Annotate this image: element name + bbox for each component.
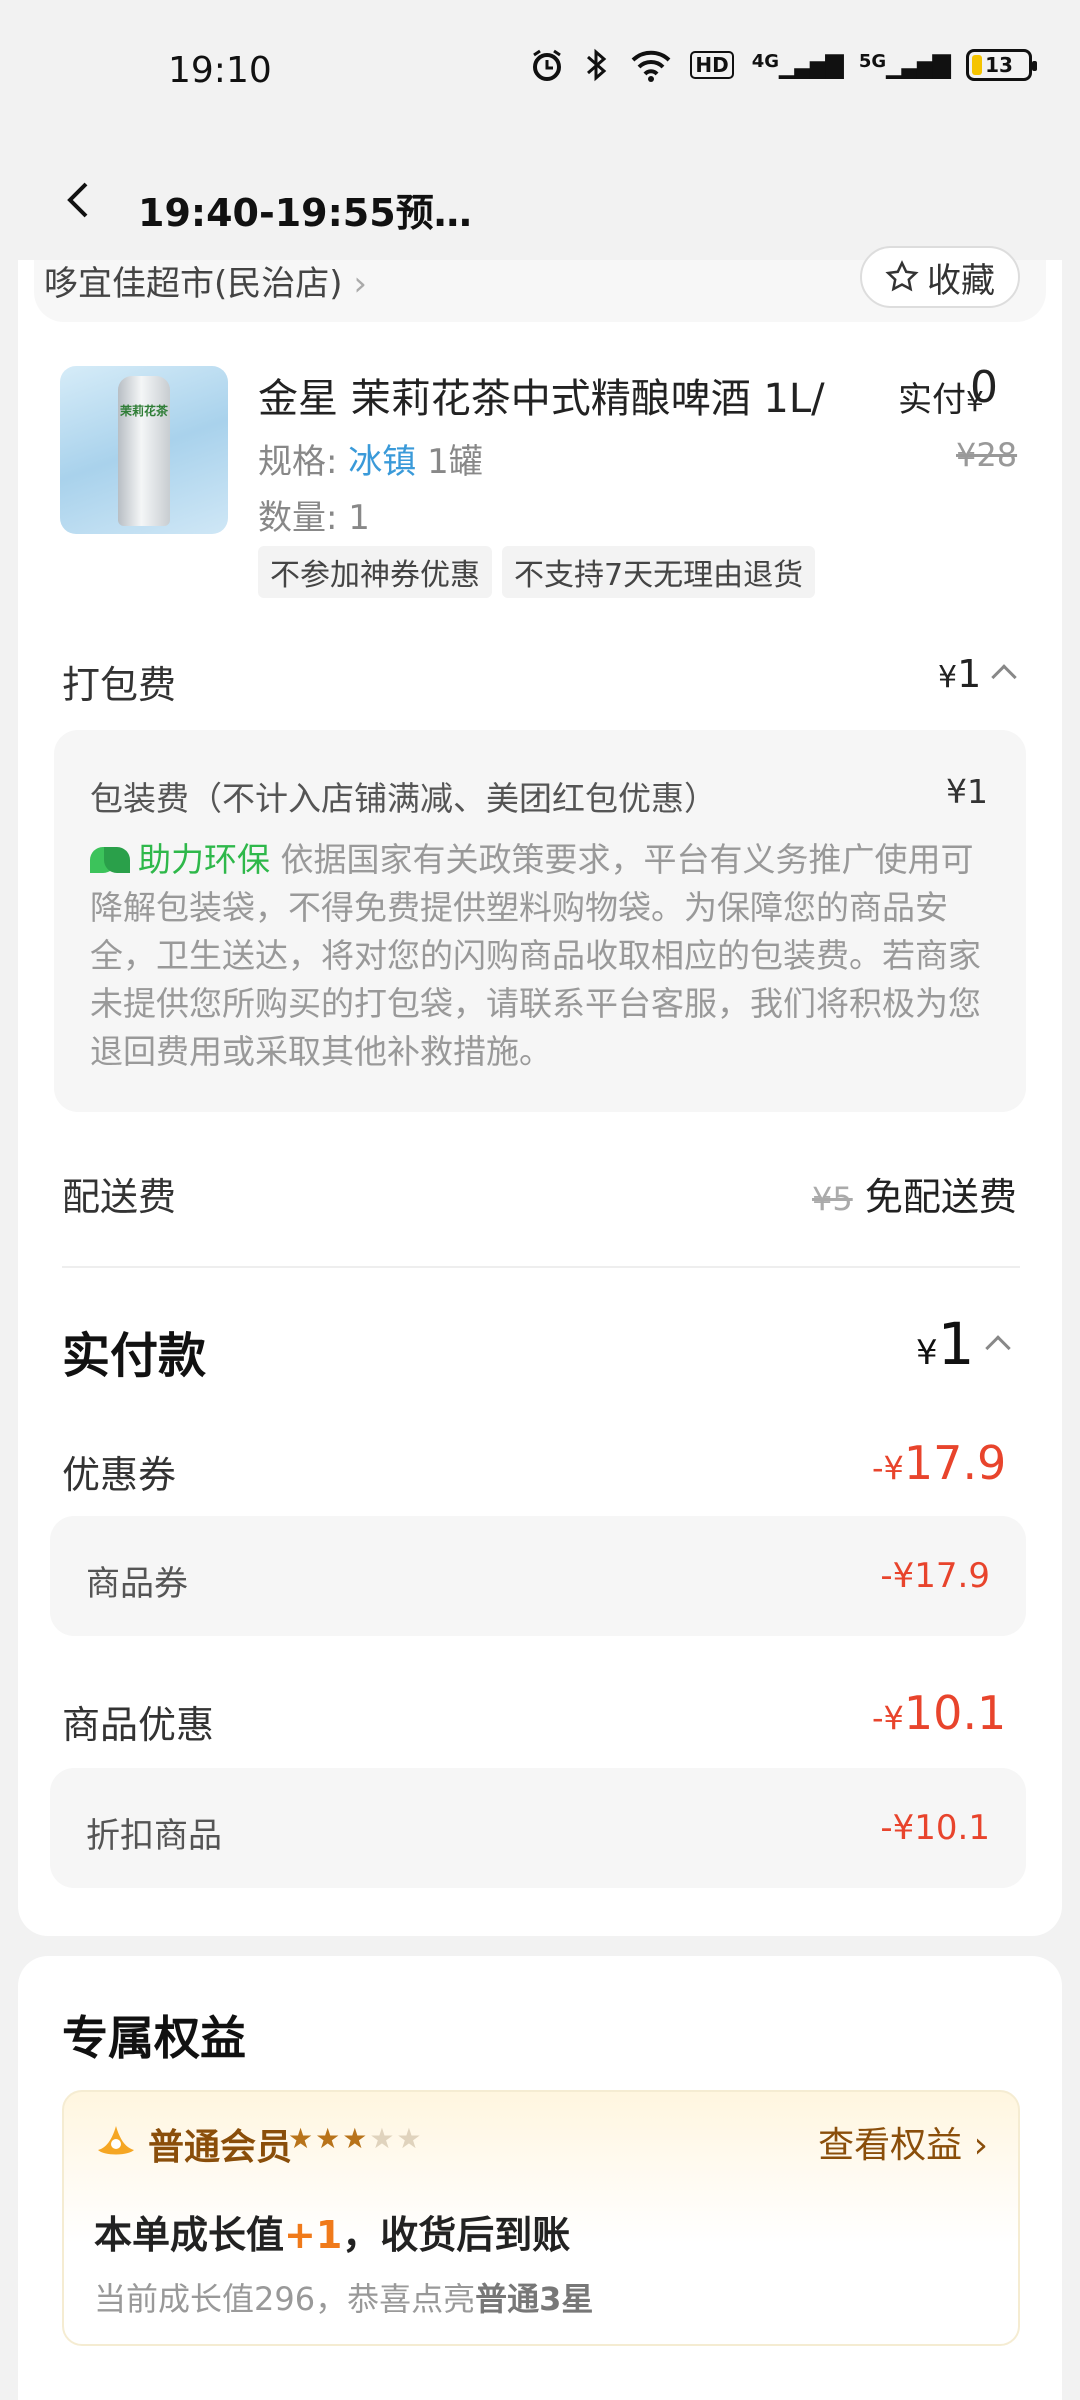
- member-box: 普通会员 ★★★★★ 查看权益 › 本单成长值+1，收货后到账 当前成长值296…: [62, 2090, 1020, 2346]
- discount-value: -¥10.1: [872, 1686, 1007, 1740]
- status-bar: 19:10 HD 4G▁▃▅▇ 5G▁▃▅▇ 13: [0, 0, 1080, 140]
- signal-4g-icon: 4G▁▃▅▇: [751, 51, 844, 79]
- packing-detail-box: 包装费（不计入店铺满减、美团红包优惠） ¥1 助力环保 依据国家有关政策要求，平…: [54, 730, 1026, 1112]
- discount-sub-value: -¥10.1: [880, 1808, 990, 1848]
- status-icons: HD 4G▁▃▅▇ 5G▁▃▅▇ 13: [530, 48, 1037, 82]
- growth-current: 当前成长值296，恭喜点亮普通3星: [94, 2280, 594, 2318]
- packing-detail-title: 包装费（不计入店铺满减、美团红包优惠）: [90, 779, 717, 818]
- coupon-sub-value: -¥17.9: [880, 1556, 990, 1596]
- coupon-value: -¥17.9: [872, 1436, 1007, 1490]
- chevron-right-icon: ›: [353, 264, 367, 304]
- member-stars: ★★★★★: [288, 2122, 424, 2155]
- favorite-label: 收藏: [927, 260, 995, 301]
- chevron-up-icon: [991, 663, 1018, 690]
- leaf-icon: [90, 845, 134, 875]
- status-time: 19:10: [168, 50, 272, 91]
- paid-value: 0: [970, 362, 998, 413]
- chevron-up-icon: [984, 1335, 1011, 1361]
- beer-can-graphic: [118, 376, 170, 526]
- hd-icon: HD: [690, 51, 734, 79]
- alarm-icon: [533, 49, 562, 81]
- delivery-fee-label: 配送费: [62, 1175, 177, 1219]
- product-quantity: 数量: 1: [258, 498, 370, 538]
- coupon-sub-label: 商品券: [86, 1564, 188, 1604]
- packing-fee-label: 打包费: [62, 663, 177, 707]
- tag-no-coupon: 不参加神券优惠: [258, 546, 492, 598]
- coupon-label: 优惠券: [62, 1453, 177, 1497]
- original-price: ¥28: [956, 436, 1018, 474]
- store-name: 哆宜佳超市(民治店): [44, 264, 343, 304]
- eco-label: 助力环保: [138, 840, 270, 879]
- delivery-fee-value: ¥5 免配送费: [812, 1175, 1017, 1219]
- growth-text: 本单成长值+1，收货后到账: [94, 2213, 571, 2257]
- star-outline-icon: [885, 260, 919, 292]
- wifi-icon: [631, 50, 671, 82]
- page-title: 19:40-19:55预…: [138, 191, 472, 235]
- chevron-right-icon: ›: [973, 2125, 988, 2166]
- total-toggle[interactable]: ¥1: [916, 1310, 1011, 1378]
- divider: [62, 1266, 1020, 1268]
- product-title[interactable]: 金星 茉莉花茶中式精酿啤酒 1L/: [258, 366, 858, 424]
- store-link[interactable]: 哆宜佳超市(民治店) ›: [44, 256, 367, 305]
- total-label: 实付款: [62, 1328, 207, 1384]
- discount-label: 商品优惠: [62, 1703, 215, 1747]
- product-image[interactable]: 茉莉花茶: [60, 366, 228, 534]
- signal-5g-icon: 5G▁▃▅▇: [858, 51, 951, 79]
- packing-eco-text: 助力环保 依据国家有关政策要求，平台有义务推广使用可降解包装袋，不得免费提供塑料…: [90, 840, 981, 1071]
- product-spec: 规格: 冰镇 1罐: [258, 442, 483, 482]
- product-tags: 不参加神券优惠 不支持7天无理由退货: [258, 546, 816, 598]
- battery-icon: 13: [966, 49, 1037, 81]
- tag-no-return: 不支持7天无理由退货: [502, 546, 816, 598]
- can-label: 茉莉花茶: [120, 404, 169, 418]
- back-arrow-icon[interactable]: [58, 180, 98, 220]
- favorite-button[interactable]: 收藏: [860, 246, 1020, 308]
- member-crown-icon: [98, 2126, 134, 2155]
- bluetooth-icon: [587, 48, 607, 82]
- coupon-detail-box: 商品券 -¥17.9: [50, 1516, 1026, 1636]
- discount-detail-box: 折扣商品 -¥10.1: [50, 1768, 1026, 1888]
- packing-detail-value: ¥1: [946, 772, 988, 811]
- nav-bar: 19:40-19:55预…: [0, 140, 1080, 260]
- benefits-title: 专属权益: [62, 2011, 246, 2065]
- view-rights-link[interactable]: 查看权益 ›: [818, 2116, 988, 2168]
- member-level: 普通会员: [148, 2127, 293, 2168]
- discount-sub-label: 折扣商品: [86, 1816, 222, 1856]
- packing-fee-toggle[interactable]: ¥1: [938, 652, 1018, 696]
